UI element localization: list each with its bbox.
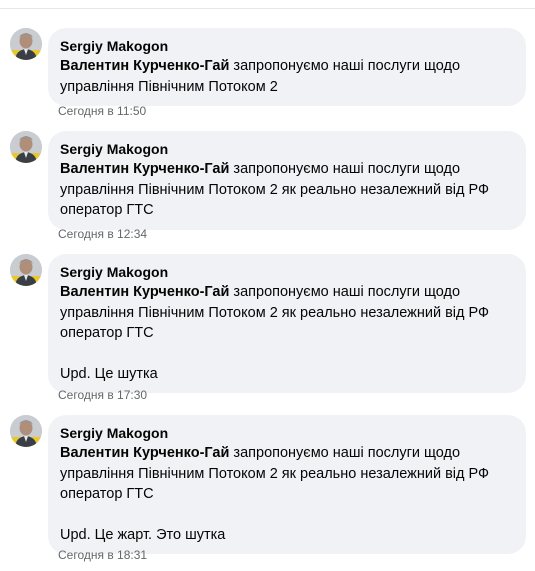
comment-timestamp[interactable]: Сегодня в 18:31 [58,547,147,563]
mention-link[interactable]: Валентин Курченко-Гай [60,284,229,300]
comment-author[interactable]: Sergiy Makogon [60,262,514,282]
avatar-photo-icon [10,28,42,60]
comment-author[interactable]: Sergiy Makogon [60,423,514,443]
comment-text: Валентин Курченко-Гай запропонуємо наші … [60,56,514,97]
avatar-photo-icon [10,415,42,447]
comment-author[interactable]: Sergiy Makogon [60,36,514,56]
avatar[interactable] [10,254,42,286]
avatar-photo-icon [10,254,42,286]
comment-author[interactable]: Sergiy Makogon [60,139,514,159]
comment-timestamp[interactable]: Сегодня в 17:30 [58,387,147,403]
mention-link[interactable]: Валентин Курченко-Гай [60,161,229,177]
mention-link[interactable]: Валентин Курченко-Гай [60,58,229,74]
comment-bubble: Sergiy Makogon Валентин Курченко-Гай зап… [48,415,526,554]
comment-update-note: Upd. Це жарт. Это шутка [60,526,226,543]
avatar-photo-icon [10,131,42,163]
comment-bubble: Sergiy Makogon Валентин Курченко-Гай зап… [48,131,526,230]
comment-text: Валентин Курченко-Гай запропонуємо наші … [60,282,514,384]
comment-update-note: Upd. Це шутка [60,365,158,382]
comment-text: Валентин Курченко-Гай запропонуємо наші … [60,443,514,545]
comment-text: Валентин Курченко-Гай запропонуємо наші … [60,159,514,221]
comment-bubble: Sergiy Makogon Валентин Курченко-Гай зап… [48,254,526,393]
top-divider [0,8,535,9]
comment-timestamp[interactable]: Сегодня в 12:34 [58,226,147,242]
avatar[interactable] [10,415,42,447]
avatar[interactable] [10,131,42,163]
avatar[interactable] [10,28,42,60]
comment-bubble: Sergiy Makogon Валентин Курченко-Гай зап… [48,28,526,106]
comment-timestamp[interactable]: Сегодня в 11:50 [58,103,146,119]
mention-link[interactable]: Валентин Курченко-Гай [60,445,229,461]
